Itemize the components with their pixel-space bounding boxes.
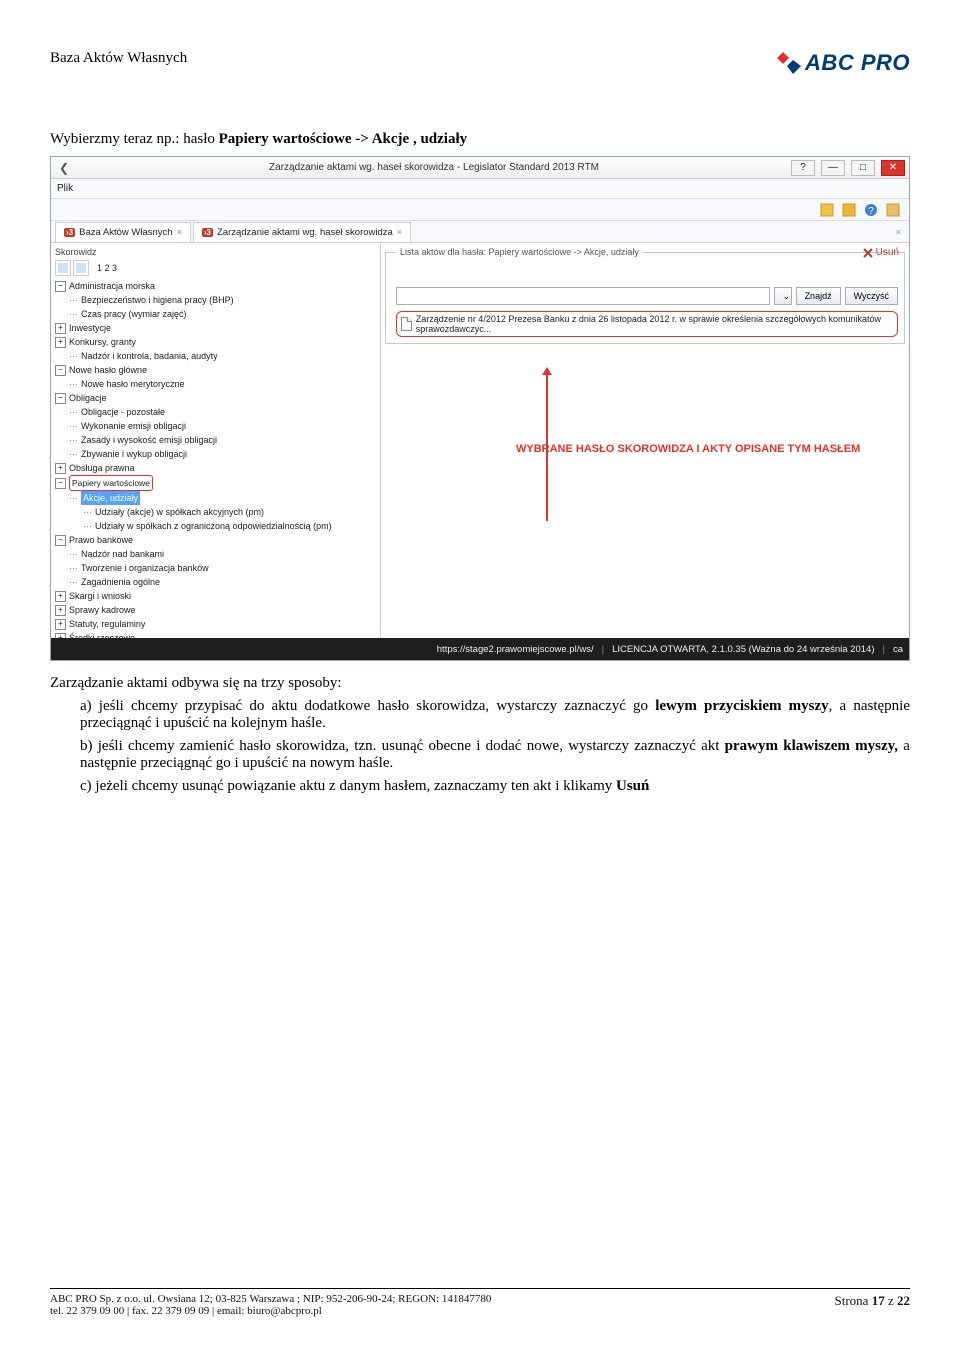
maximize-button[interactable]: □ (851, 160, 875, 176)
close-icon[interactable]: × (177, 227, 182, 237)
titlebar: ❮ Zarządzanie aktami wg. haseł skorowidz… (51, 157, 909, 179)
tabs-row: ›3Baza Aktów Własnych× ›3Zarządzanie akt… (51, 221, 909, 243)
toolbar-icon-1[interactable] (819, 202, 835, 218)
status-license: LICENCJA OTWARTA, 2.1.0.35 (Ważna do 24 … (612, 644, 874, 655)
view-collapse-icon[interactable] (73, 260, 89, 276)
list-item: b) jeśli chcemy zamienić hasło skorowidz… (80, 738, 910, 772)
tabs-close-all-icon[interactable]: × (896, 227, 909, 237)
tree[interactable]: −Administracja morska ⋯Bezpieczeństwo i … (55, 279, 376, 638)
search-input[interactable] (396, 287, 770, 305)
tab-baza-aktow[interactable]: ›3Baza Aktów Własnych× (55, 222, 191, 242)
window-title: Zarządzanie aktami wg. haseł skorowidza … (77, 162, 791, 173)
page-number: Strona 17 z 22 (835, 1293, 910, 1317)
tab-zarzadzanie[interactable]: ›3Zarządzanie aktami wg. haseł skorowidz… (193, 222, 411, 242)
result-text: Zarządzenie nr 4/2012 Prezesa Banku z dn… (416, 314, 893, 334)
annotation-caption: WYBRANE HASŁO SKOROWIDZA I AKTY OPISANE … (516, 443, 860, 455)
app-screenshot: ❮ Zarządzanie aktami wg. haseł skorowidz… (50, 156, 910, 661)
back-icon[interactable]: ❮ (51, 161, 77, 175)
svg-text:?: ? (868, 206, 874, 217)
delete-icon (863, 248, 873, 258)
result-row[interactable]: Zarządzenie nr 4/2012 Prezesa Banku z dn… (396, 311, 898, 337)
help-button[interactable]: ? (791, 160, 815, 176)
menu-plik[interactable]: Plik (57, 183, 73, 194)
minimize-button[interactable]: — (821, 160, 845, 176)
body-text: Zarządzanie aktami odbywa się na trzy sp… (50, 675, 910, 795)
close-icon[interactable]: × (397, 227, 402, 237)
tree-node-selected: Akcje, udziały (81, 491, 140, 505)
results-legend: Lista aktów dla hasła: Papiery wartościo… (396, 247, 643, 257)
view-levels[interactable]: 1 2 3 (97, 263, 117, 273)
document-icon (401, 317, 412, 331)
tree-node-highlight: Papiery wartościowe (69, 475, 153, 491)
status-tail: ca (893, 644, 903, 655)
footer-company: ABC PRO Sp. z o.o. ul. Owsiana 12; 03-82… (50, 1293, 491, 1317)
list-item: a) jeśli chcemy przypisać do aktu dodatk… (80, 698, 910, 732)
dropdown-button[interactable]: ⌄ (774, 287, 792, 305)
document-header: Baza Aktów Własnych ABC PRO (50, 50, 910, 76)
body-intro: Zarządzanie aktami odbywa się na trzy sp… (50, 675, 910, 692)
paragraph-intro: Wybierzmy teraz np.: hasło Papiery warto… (50, 131, 910, 148)
list-item: c) jeżeli chcemy usunąć powiązanie aktu … (80, 778, 910, 795)
results-fieldset: Lista aktów dla hasła: Papiery wartościo… (385, 247, 905, 344)
right-pane: Lista aktów dla hasła: Papiery wartościo… (381, 243, 909, 638)
clear-button[interactable]: Wyczyść (845, 287, 898, 305)
header-title: Baza Aktów Własnych (50, 50, 187, 67)
view-expand-icon[interactable] (55, 260, 71, 276)
left-pane: Skorowidz 1 2 3 −Administracja morska ⋯B… (51, 243, 381, 638)
status-url: https://stage2.prawomiejscowe.pl/ws/ (437, 644, 594, 655)
group-skorowidz-label: Skorowidz (55, 247, 376, 257)
close-button[interactable]: ✕ (881, 160, 905, 176)
toolbar-icon-help[interactable]: ? (863, 202, 879, 218)
find-button[interactable]: Znajdź (796, 287, 841, 305)
toolbar: ? (51, 199, 909, 221)
toolbar-icon-2[interactable] (841, 202, 857, 218)
logo-icon (777, 52, 801, 74)
toolbar-icon-3[interactable] (885, 202, 901, 218)
page-footer: ABC PRO Sp. z o.o. ul. Owsiana 12; 03-82… (50, 1288, 910, 1317)
delete-button[interactable]: Usuń (863, 247, 899, 258)
menubar: Plik (51, 179, 909, 199)
statusbar: https://stage2.prawomiejscowe.pl/ws/ | L… (51, 638, 909, 660)
logo-abcpro: ABC PRO (777, 50, 910, 76)
